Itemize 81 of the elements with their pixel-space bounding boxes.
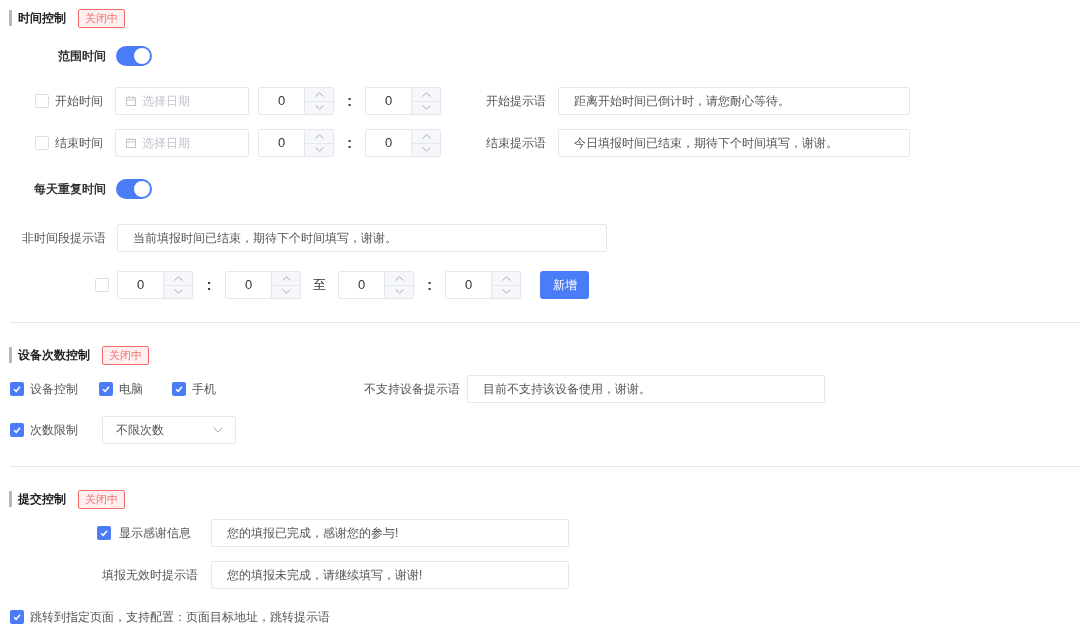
text-field[interactable]: 您的填报已完成，感谢您的参与! bbox=[211, 519, 569, 547]
chevron-up-icon bbox=[421, 133, 431, 139]
chevron-up-icon bbox=[281, 275, 291, 281]
calendar-icon bbox=[126, 96, 136, 106]
section-marker bbox=[9, 347, 12, 363]
time-separator: : bbox=[346, 91, 353, 111]
number-input[interactable]: 0 bbox=[445, 271, 521, 299]
checkbox[interactable] bbox=[10, 382, 24, 396]
field-label: 填报无效时提示语 bbox=[101, 567, 198, 584]
checkbox-label: 设备控制 bbox=[30, 381, 78, 398]
field-label: 结束提示语 bbox=[486, 135, 547, 152]
checkbox[interactable] bbox=[97, 526, 111, 540]
checkbox[interactable] bbox=[10, 610, 24, 624]
checkbox-label: 跳转到指定页面，支持配置：页面目标地址，跳转提示语 bbox=[30, 609, 330, 626]
checkmark-icon bbox=[101, 384, 111, 394]
status-badge: 关闭中 bbox=[78, 8, 125, 28]
chevron-down-icon bbox=[314, 147, 324, 153]
chevron-down-icon bbox=[394, 289, 404, 295]
number-input[interactable]: 0 bbox=[365, 129, 441, 157]
checkbox[interactable] bbox=[95, 278, 109, 292]
field-label: 开始提示语 bbox=[486, 93, 547, 110]
toggle-switch[interactable] bbox=[116, 46, 152, 66]
chevron-down-icon bbox=[421, 147, 431, 153]
field-label: 不支持设备提示语 bbox=[363, 381, 460, 398]
checkmark-icon bbox=[99, 528, 109, 538]
chevron-up-icon bbox=[394, 275, 404, 281]
number-input[interactable]: 0 bbox=[258, 87, 334, 115]
checkbox[interactable] bbox=[35, 94, 49, 108]
chevron-up-icon bbox=[421, 91, 431, 97]
checkmark-icon bbox=[12, 425, 22, 435]
section-title: 设备次数控制 bbox=[18, 347, 90, 364]
checkbox-label: 手机 bbox=[192, 381, 216, 398]
calendar-icon bbox=[126, 138, 136, 148]
chevron-up-icon bbox=[314, 91, 324, 97]
text-field[interactable]: 距离开始时间已倒计时，请您耐心等待。 bbox=[558, 87, 910, 115]
text-field[interactable]: 目前不支持该设备使用，谢谢。 bbox=[467, 375, 825, 403]
range-separator: 至 bbox=[312, 276, 327, 295]
text-field[interactable]: 今日填报时间已结束，期待下个时间填写，谢谢。 bbox=[558, 129, 910, 157]
chevron-down-icon bbox=[421, 105, 431, 111]
checkbox[interactable] bbox=[35, 136, 49, 150]
chevron-down-icon bbox=[314, 105, 324, 111]
section-marker bbox=[9, 10, 12, 26]
add-button[interactable]: 新增 bbox=[540, 271, 589, 299]
chevron-down-icon bbox=[501, 289, 511, 295]
chevron-up-icon bbox=[173, 275, 183, 281]
status-badge: 关闭中 bbox=[78, 489, 125, 509]
section-title: 时间控制 bbox=[18, 10, 66, 27]
chevron-down-icon bbox=[173, 289, 183, 295]
toggle-switch[interactable] bbox=[116, 179, 152, 199]
section-marker bbox=[9, 491, 12, 507]
checkmark-icon bbox=[12, 384, 22, 394]
chevron-down-icon bbox=[213, 427, 223, 433]
number-input[interactable]: 0 bbox=[365, 87, 441, 115]
number-input[interactable]: 0 bbox=[225, 271, 301, 299]
number-input[interactable]: 0 bbox=[338, 271, 414, 299]
chevron-up-icon bbox=[314, 133, 324, 139]
section-title: 提交控制 bbox=[18, 491, 66, 508]
field-label: 开始时间 bbox=[55, 93, 104, 110]
field-label: 非时间段提示语 bbox=[21, 230, 106, 247]
time-separator: : bbox=[205, 275, 213, 295]
checkbox-label: 电脑 bbox=[119, 381, 143, 398]
text-field[interactable]: 当前填报时间已结束，期待下个时间填写，谢谢。 bbox=[117, 224, 607, 252]
time-separator: : bbox=[346, 133, 353, 153]
checkbox[interactable] bbox=[10, 423, 24, 437]
time-separator: : bbox=[426, 275, 433, 295]
chevron-down-icon bbox=[281, 289, 291, 295]
checkbox[interactable] bbox=[172, 382, 186, 396]
number-input[interactable]: 0 bbox=[258, 129, 334, 157]
field-label: 范围时间 bbox=[57, 48, 106, 65]
status-badge: 关闭中 bbox=[102, 345, 149, 365]
checkbox[interactable] bbox=[99, 382, 113, 396]
chevron-up-icon bbox=[501, 275, 511, 281]
checkbox-label: 次数限制 bbox=[30, 422, 79, 439]
count-select[interactable]: 不限次数 bbox=[102, 416, 236, 444]
checkmark-icon bbox=[12, 612, 22, 622]
checkmark-icon bbox=[174, 384, 184, 394]
text-field[interactable]: 您的填报未完成，请继续填写，谢谢! bbox=[211, 561, 569, 589]
checkbox-label: 显示感谢信息 bbox=[119, 525, 192, 542]
field-label: 每天重复时间 bbox=[33, 181, 106, 198]
number-input[interactable]: 0 bbox=[117, 271, 193, 299]
field-label: 结束时间 bbox=[55, 135, 104, 152]
